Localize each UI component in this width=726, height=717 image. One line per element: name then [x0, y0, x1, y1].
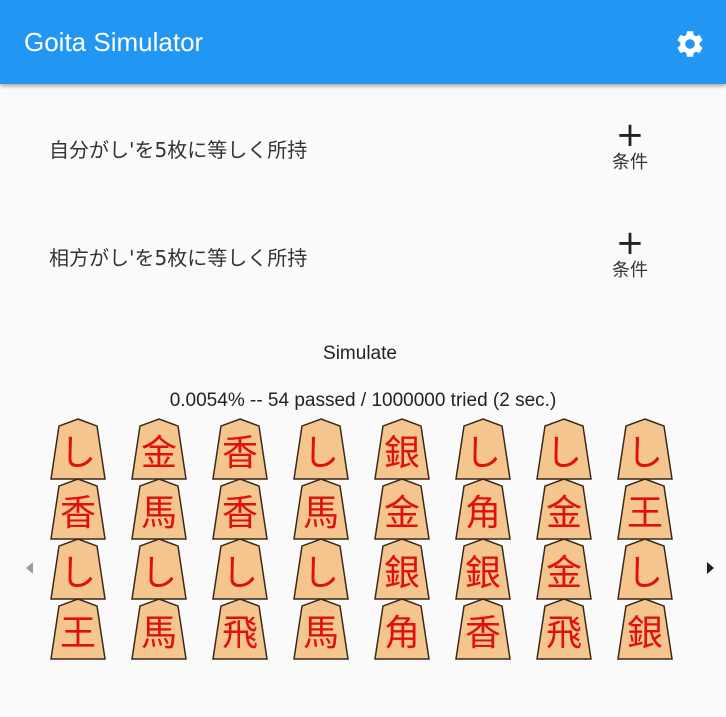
piece-label: 馬 — [302, 493, 339, 534]
piece-label: 香 — [221, 493, 258, 534]
piece-label: 角 — [383, 613, 420, 654]
condition-row-2: 相方がし'を5枚に等しく所持 + 条件 — [0, 218, 726, 298]
piece-label: し — [140, 553, 177, 594]
piece-tile: 銀 — [617, 598, 673, 660]
piece-label: し — [302, 433, 339, 474]
add-condition-label: 条件 — [612, 152, 648, 173]
piece-tile: 角 — [374, 598, 430, 660]
condition-text: 相方がし'を5枚に等しく所持 — [49, 246, 308, 270]
piece-label: 金 — [545, 493, 582, 534]
piece-tile: 香 — [50, 478, 106, 540]
piece-label: し — [626, 553, 663, 594]
piece-tile: 馬 — [131, 478, 187, 540]
piece-label: 飛 — [221, 613, 258, 654]
piece-tile: し — [50, 418, 106, 480]
result-text: 0.0054% -- 54 passed / 1000000 tried (2 … — [169, 390, 557, 411]
piece-label: 香 — [59, 493, 96, 534]
piece-tile: 馬 — [293, 598, 349, 660]
piece-tile: 香 — [455, 598, 511, 660]
plus-icon: + — [615, 115, 645, 155]
piece-tile: し — [293, 538, 349, 600]
add-condition-label: 条件 — [612, 260, 648, 281]
piece-tile: 金 — [374, 478, 430, 540]
piece-label: 飛 — [545, 613, 582, 654]
piece-label: 王 — [59, 613, 96, 654]
piece-tile: 王 — [50, 598, 106, 660]
piece-label: し — [59, 433, 96, 474]
prev-page-button[interactable] — [18, 556, 42, 580]
piece-label: 金 — [545, 553, 582, 594]
piece-label: 馬 — [140, 493, 177, 534]
add-condition-button[interactable]: + 条件 — [600, 223, 660, 288]
piece-tile: 金 — [536, 538, 592, 600]
piece-label: 香 — [464, 613, 501, 654]
piece-tile: 香 — [212, 418, 268, 480]
piece-label: し — [59, 553, 96, 594]
piece-label: 銀 — [464, 553, 501, 594]
piece-label: 馬 — [302, 613, 339, 654]
settings-button[interactable] — [668, 24, 712, 64]
piece-tile: し — [131, 538, 187, 600]
piece-tile: し — [455, 418, 511, 480]
piece-tile: 金 — [131, 418, 187, 480]
piece-label: し — [464, 433, 501, 474]
piece-tile: 飛 — [212, 598, 268, 660]
piece-tile: し — [617, 418, 673, 480]
piece-label: 金 — [140, 433, 177, 474]
app-bar: Goita Simulator — [0, 0, 726, 84]
piece-label: し — [302, 553, 339, 594]
piece-label: し — [545, 433, 582, 474]
piece-tile: 銀 — [374, 538, 430, 600]
gear-icon — [677, 31, 703, 57]
chevron-left-icon — [26, 562, 33, 574]
piece-grid: し金香し銀ししし香馬香馬金角金王しししし銀銀金し王馬飛馬角香飛銀 — [50, 418, 676, 670]
piece-tile: し — [50, 538, 106, 600]
piece-tile: 銀 — [374, 418, 430, 480]
piece-label: 馬 — [140, 613, 177, 654]
piece-tile: 銀 — [455, 538, 511, 600]
condition-text: 自分がし'を5枚に等しく所持 — [49, 138, 308, 162]
piece-tile: 金 — [536, 478, 592, 540]
piece-label: 香 — [221, 433, 258, 474]
piece-tile: し — [536, 418, 592, 480]
piece-tile: し — [617, 538, 673, 600]
piece-label: 銀 — [383, 553, 420, 594]
piece-label: 銀 — [626, 613, 663, 654]
chevron-right-icon — [707, 562, 714, 574]
piece-tile: し — [212, 538, 268, 600]
piece-label: 金 — [383, 493, 420, 534]
piece-tile: 馬 — [131, 598, 187, 660]
piece-tile: 香 — [212, 478, 268, 540]
piece-tile: し — [293, 418, 349, 480]
piece-label: 銀 — [383, 433, 420, 474]
plus-icon: + — [615, 223, 645, 263]
piece-label: 角 — [464, 493, 501, 534]
piece-tile: 王 — [617, 478, 673, 540]
piece-label: し — [626, 433, 663, 474]
piece-tile: 馬 — [293, 478, 349, 540]
condition-row-1: 自分がし'を5枚に等しく所持 + 条件 — [0, 110, 726, 190]
piece-label: し — [221, 553, 258, 594]
add-condition-button[interactable]: + 条件 — [600, 115, 660, 180]
simulate-button[interactable]: Simulate — [290, 336, 430, 372]
piece-label: 王 — [626, 493, 663, 534]
app-title: Goita Simulator — [24, 27, 204, 57]
piece-tile: 飛 — [536, 598, 592, 660]
piece-tile: 角 — [455, 478, 511, 540]
next-page-button[interactable] — [698, 556, 722, 580]
